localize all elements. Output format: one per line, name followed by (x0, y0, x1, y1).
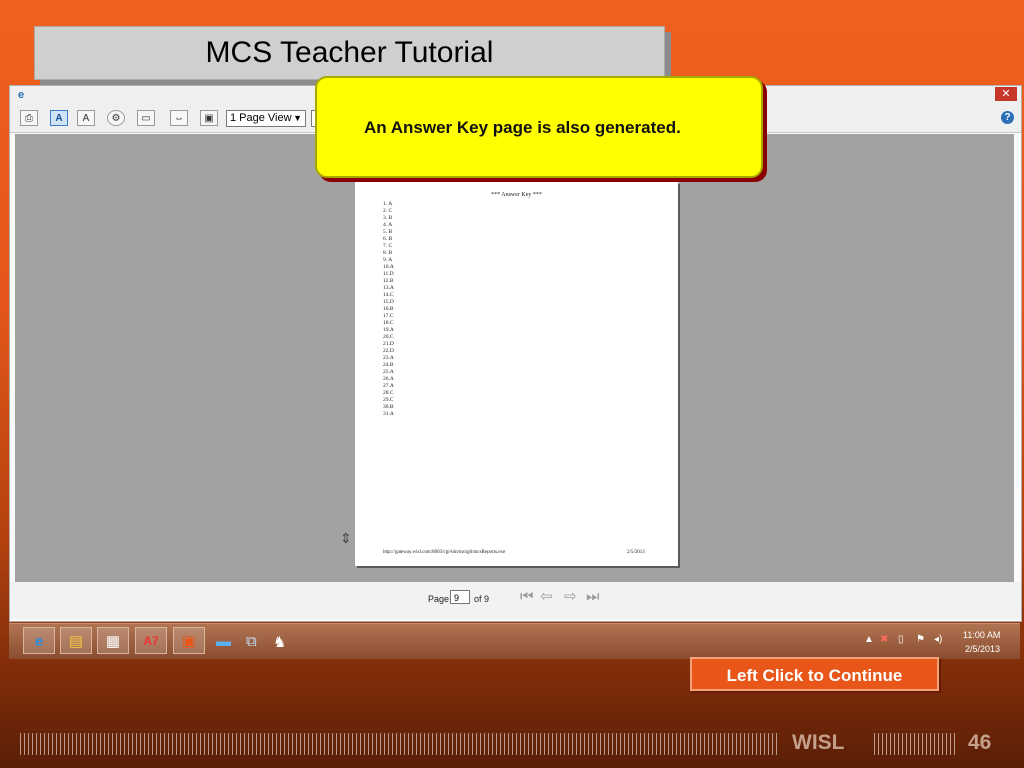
windows-taskbar: e ▤ ▦ A7 ▣ ▬ ⧉ ♞ ▲ ✖ ▯ ⚑ ◂) 11:00 AM 2/5… (9, 623, 1020, 659)
text-view-icon[interactable]: A (50, 110, 68, 126)
ie-page-icon: e (17, 89, 25, 101)
fit-page-icon[interactable]: ▣ (200, 110, 218, 126)
previous-page-icon[interactable]: ⇦ (540, 589, 553, 605)
answer-item: 30.B (383, 404, 394, 410)
slide-title: MCS Teacher Tutorial (34, 26, 665, 80)
calculator-icon[interactable]: ▦ (97, 627, 129, 654)
volume-icon[interactable]: ◂) (934, 634, 942, 645)
answer-item: 29.C (383, 397, 394, 403)
first-page-icon[interactable]: ⏮ (520, 589, 534, 605)
answer-item: 13.A (383, 285, 394, 291)
next-page-icon[interactable]: ⇨ (564, 589, 577, 605)
network-icon[interactable]: ✖ (880, 634, 888, 645)
acrobat-app-icon[interactable]: A7 (135, 627, 167, 654)
answer-item: 15.D (383, 299, 394, 305)
page-footer-url: http://gateway.wisl.com:8003/cgi-bin/mcs… (383, 550, 506, 555)
answer-key-page: *** Answer Key *** 1. A 2. C 3. B 4. A 5. B6… (355, 182, 678, 566)
answer-item: 4. A (383, 222, 393, 228)
answer-item: 1. A (383, 201, 393, 207)
answer-item: 27.A (383, 383, 394, 389)
answer-item: 20.C (383, 334, 394, 340)
answer-item: 16.B (383, 306, 394, 312)
file-explorer-icon[interactable]: ▤ (60, 627, 92, 654)
clock-time[interactable]: 11:00 AM (963, 630, 1000, 640)
help-icon[interactable]: ? (1001, 111, 1014, 124)
callout-text: An Answer Key page is also generated. (364, 118, 681, 137)
answer-item: 8. B (383, 250, 393, 256)
last-page-icon[interactable]: ⏭ (586, 589, 600, 605)
footer-brand: WISL (792, 731, 845, 754)
footer-stripe-left (20, 733, 778, 755)
page-total: of 9 (474, 594, 490, 604)
continue-button[interactable]: Left Click to Continue (690, 657, 939, 691)
answer-item: 14.C (383, 292, 394, 298)
resize-cursor-icon: ⇕ (340, 530, 352, 546)
remote-desktop-icon[interactable]: ⧉ (246, 633, 257, 650)
print-icon[interactable]: ⎙ (20, 110, 38, 126)
page-label: Page (428, 594, 450, 604)
answer-list: 1. A 2. C 3. B 4. A 5. B 6. B 7. C 8. B 9. A 10.A… (383, 201, 394, 418)
answer-item: 28.C (383, 390, 394, 396)
answer-item: 10.A (383, 264, 394, 270)
internet-explorer-icon[interactable]: e (23, 627, 55, 654)
answer-item: 3. B (383, 215, 393, 221)
close-button[interactable]: ✕ (995, 87, 1017, 101)
answer-item: 23.A (383, 355, 394, 361)
action-center-icon[interactable]: ⚑ (916, 634, 925, 645)
answer-item: 12.B (383, 278, 394, 284)
answer-item: 11.D (383, 271, 394, 277)
desktop-icon[interactable]: ▬ (216, 633, 231, 650)
answer-item: 21.D (383, 341, 394, 347)
answer-item: 19.A (383, 327, 394, 333)
settings-icon[interactable]: ⚙ (107, 110, 125, 126)
answer-item: 18.C (383, 320, 394, 326)
page-navigation-bar: Page 9 of 9 ⏮ ⇦ ⇨ ⏭ (10, 582, 1021, 619)
fit-width-icon[interactable]: ⇔ (170, 110, 188, 126)
battery-icon[interactable]: ▯ (898, 634, 904, 645)
page-footer-date: 2/5/2013 (627, 550, 645, 555)
answer-item: 31.A (383, 411, 394, 417)
text-select-icon[interactable]: A (77, 110, 95, 126)
answer-item: 6. B (383, 236, 393, 242)
page-view-select[interactable]: 1 Page View ▼ (226, 110, 306, 127)
answer-item: 2. C (383, 208, 393, 214)
answer-item: 22.D (383, 348, 394, 354)
clock-date[interactable]: 2/5/2013 (965, 644, 1000, 654)
answer-item: 5. B (383, 229, 393, 235)
chevron-down-icon: ▼ (293, 113, 302, 123)
show-hidden-icons-icon[interactable]: ▲ (864, 634, 874, 645)
answer-item: 9. A (383, 257, 393, 263)
powerpoint-icon[interactable]: ▣ (173, 627, 205, 654)
footer-stripe-right (874, 733, 956, 755)
pegasus-app-icon[interactable]: ♞ (273, 633, 286, 651)
answer-item: 24.B (383, 362, 394, 368)
answer-item: 17.C (383, 313, 394, 319)
answer-item: 25.A (383, 369, 394, 375)
page-view-value: 1 Page View (230, 112, 292, 124)
answer-item: 26.A (383, 376, 394, 382)
document-viewer[interactable]: *** Answer Key *** 1. A 2. C 3. B 4. A 5. B6… (15, 134, 1014, 582)
answer-key-heading: *** Answer Key *** (491, 192, 542, 198)
answer-item: 7. C (383, 243, 393, 249)
single-page-icon[interactable]: ▭ (137, 110, 155, 126)
slide-number: 46 (968, 731, 992, 754)
callout-box: An Answer Key page is also generated. (315, 76, 763, 178)
page-number-input[interactable]: 9 (450, 590, 470, 604)
